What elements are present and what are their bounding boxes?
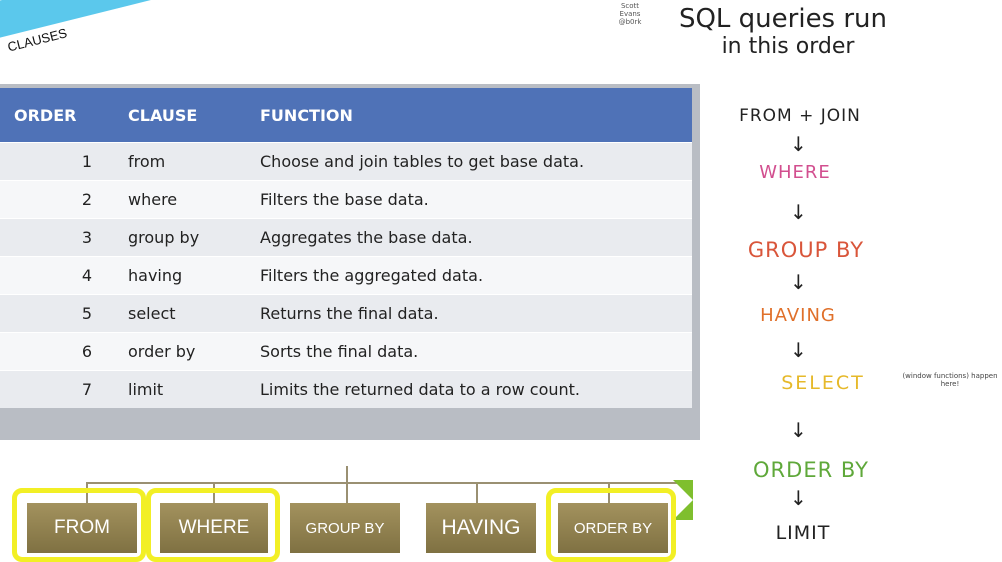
row-order: 2 [0,180,114,219]
row-function: Limits the returned data to a row count. [246,370,692,408]
flow-box-having: HAVING [426,503,536,553]
step-where: WHERE [759,162,831,183]
table-header-row: ORDER CLAUSE FUNCTION [0,88,692,143]
header-order: ORDER [0,88,114,143]
step-group-by: GROUP BY [747,238,865,262]
arrow-down-icon: ↓ [790,132,807,156]
row-clause: limit [114,370,246,408]
arrow-down-icon: ↓ [790,418,807,442]
clause-order-table: ORDER CLAUSE FUNCTION 1 from Choose and … [0,84,700,440]
row-order: 3 [0,218,114,257]
highlight-where [146,488,280,562]
row-clause: having [114,256,246,295]
row-clause: select [114,294,246,333]
step-order-by: ORDER BY [753,458,869,482]
highlight-from [12,488,146,562]
row-function: Aggregates the base data. [246,218,692,257]
row-function: Returns the final data. [246,294,692,333]
row-function: Choose and join tables to get base data. [246,142,692,181]
table-row: 7 limit Limits the returned data to a ro… [0,370,692,408]
sketch-title-line1: SQL queries run [678,4,888,34]
arrow-down-icon: ↓ [790,486,807,510]
table-row: 2 where Filters the base data. [0,180,692,219]
row-function: Filters the base data. [246,180,692,219]
row-order: 5 [0,294,114,333]
arrow-down-icon: ↓ [790,270,807,294]
row-order: 4 [0,256,114,295]
table-row: 3 group by Aggregates the base data. [0,218,692,257]
flow-connector-drop [476,482,478,503]
row-clause: group by [114,218,246,257]
select-window-functions-note: (window functions) happen here! [902,372,998,388]
header-clause: CLAUSE [114,88,246,143]
flow-connector-drop [346,482,348,503]
row-function: Sorts the final data. [246,332,692,371]
row-clause: where [114,180,246,219]
green-corner-accent [673,480,693,520]
sketch-title-line2: in this order [721,34,855,59]
step-from-join: FROM + JOIN [739,106,861,126]
arrow-down-icon: ↓ [790,200,807,224]
arrow-down-icon: ↓ [790,338,807,362]
row-function: Filters the aggregated data. [246,256,692,295]
highlight-order-by [546,488,676,562]
table-row: 4 having Filters the aggregated data. [0,256,692,295]
step-select: SELECT [781,372,865,394]
row-order: 7 [0,370,114,408]
row-clause: order by [114,332,246,371]
flow-box-group-by: GROUP BY [290,503,400,553]
sketch-author-signature: Scott Evans @b0rk [618,2,642,26]
row-order: 6 [0,332,114,371]
row-clause: from [114,142,246,181]
step-limit: LIMIT [775,522,831,544]
table-row: 5 select Returns the final data. [0,294,692,333]
header-function: FUNCTION [246,88,692,143]
step-having: HAVING [760,305,836,326]
table-row: 1 from Choose and join tables to get bas… [0,142,692,181]
table-row: 6 order by Sorts the final data. [0,332,692,371]
flow-connector-top [86,482,678,484]
row-order: 1 [0,142,114,181]
